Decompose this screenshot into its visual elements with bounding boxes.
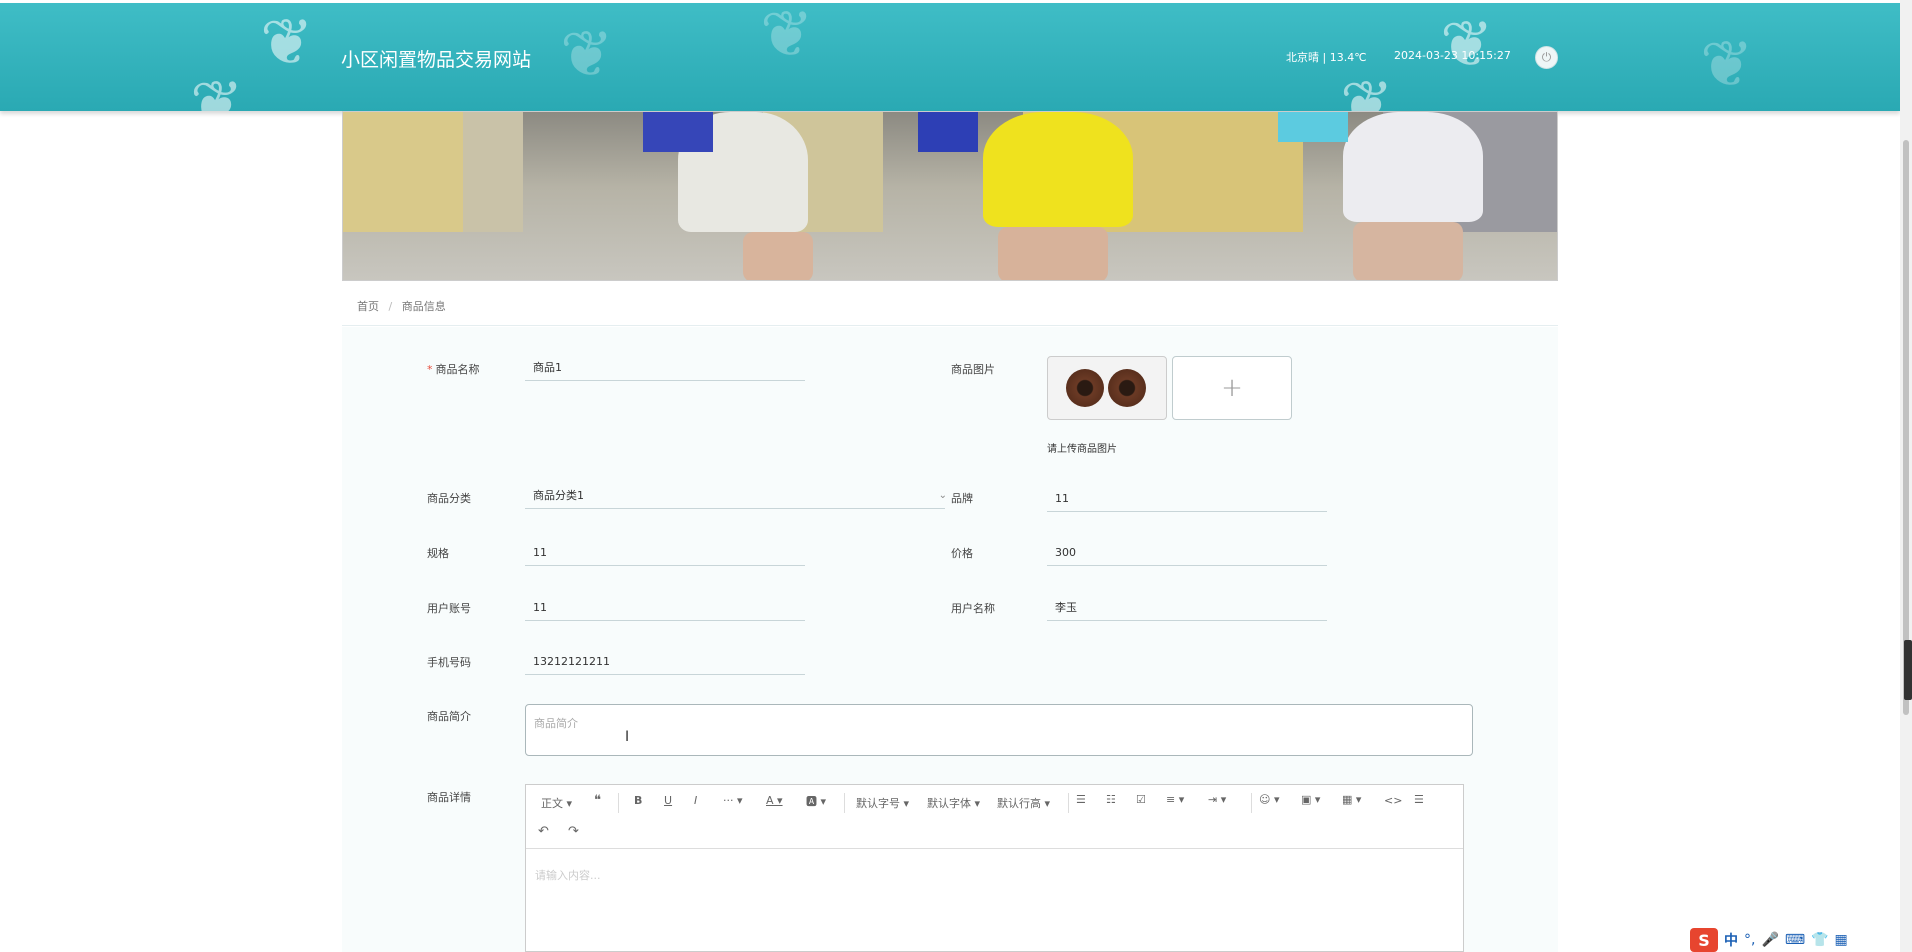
butterfly-decoration: ❦ [190,68,244,111]
punctuation-icon[interactable]: °, [1744,932,1755,948]
name-input[interactable]: 商品1 [525,355,805,381]
nut-image [1066,369,1104,407]
code-icon[interactable]: <> [1384,794,1402,807]
breadcrumb-home[interactable]: 首页 [357,300,379,313]
keyboard-icon[interactable]: ⌨ [1785,932,1805,948]
phone-label: 手机号码 [427,656,471,669]
underline-icon[interactable]: U [664,794,672,807]
intro-textarea[interactable]: 商品简介 [525,704,1473,756]
breadcrumb: 首页 / 商品信息 [342,298,1558,326]
line-height-select[interactable]: 默认行高 ▾ [997,795,1050,811]
phone-input[interactable]: 13212121211 [525,649,805,675]
nut-image [1108,369,1146,407]
table-icon[interactable]: ▦ ▾ [1342,793,1361,806]
banner-image [342,111,1558,281]
scrollbar-thumb[interactable] [1903,140,1909,715]
breadcrumb-current: 商品信息 [401,300,446,313]
price-input[interactable]: 300 [1047,540,1327,566]
upload-hint: 请上传商品图片 [1047,444,1117,455]
page-scrollbar[interactable] [1900,0,1912,952]
required-mark: * [427,363,433,376]
butterfly-decoration: ❦ [1700,28,1754,102]
username-label: 用户名称 [951,602,995,615]
indent-icon[interactable]: ⇥ ▾ [1208,793,1226,806]
name-label: * 商品名称 [427,363,480,376]
quote-icon[interactable]: ❝ [594,793,601,808]
font-family-select[interactable]: 默认字体 ▾ [927,795,980,811]
italic-icon[interactable]: I [694,794,697,807]
spec-input[interactable]: 11 [525,540,805,566]
scrollbar-marker [1904,640,1912,700]
breadcrumb-separator: / [388,300,393,313]
toolbox-icon[interactable]: ▦ [1835,932,1848,948]
align-icon[interactable]: ≡ ▾ [1166,793,1184,806]
butterfly-decoration: ❦ [560,18,614,92]
category-selected-value: 商品分类1 [533,489,584,502]
skin-icon[interactable]: 👕 [1811,932,1828,948]
microphone-icon[interactable]: 🎤 [1761,932,1778,948]
paragraph-select[interactable]: 正文 ▾ [541,795,572,811]
chevron-down-icon: ⌄ [938,490,947,501]
account-label: 用户账号 [427,602,471,615]
spec-label: 规格 [427,547,449,560]
divider-icon[interactable]: ☰ [1414,793,1424,806]
bullet-list-icon[interactable]: ☰ [1076,793,1086,806]
image-label: 商品图片 [951,363,995,376]
butterfly-decoration: ❦ [1340,68,1394,111]
ime-mode-label[interactable]: 中 [1724,930,1738,950]
brand-input[interactable]: 11 [1047,486,1327,512]
power-icon[interactable]: ⏻ [1535,46,1558,69]
undo-icon[interactable]: ↶ [538,824,549,839]
datetime: 2024-03-23 10:15:27 [1394,49,1511,62]
category-label: 商品分类 [427,492,471,505]
category-select[interactable]: 商品分类1 ⌄ [525,483,947,509]
more-icon[interactable]: ··· ▾ [723,794,743,807]
top-header: ❦ ❦ ❦ ❦ ❦ ❦ ❦ 小区闲置物品交易网站 北京晴 | 13.4℃ 202… [0,3,1900,111]
butterfly-decoration: ❦ [260,6,314,80]
brand-label: 品牌 [951,492,973,505]
butterfly-decoration: ❦ [1440,8,1494,82]
todo-icon[interactable]: ☑ [1136,793,1146,806]
upload-add-button[interactable]: + [1172,356,1292,420]
editor-toolbar: 正文 ▾ ❝ B U I ··· ▾ A ▾ 🅰 ▾ 默认字号 ▾ 默认字体 ▾… [526,785,1463,849]
detail-label: 商品详情 [427,791,471,804]
site-title: 小区闲置物品交易网站 [341,49,532,71]
sogou-logo-icon: S [1690,928,1718,952]
text-cursor-icon: I [625,729,630,745]
font-color-icon[interactable]: A ▾ [766,794,783,807]
account-input[interactable]: 11 [525,595,805,621]
butterfly-decoration: ❦ [760,3,814,72]
bold-icon[interactable]: B [634,794,642,807]
product-image-thumbnail[interactable] [1047,356,1167,420]
bg-color-icon[interactable]: 🅰 ▾ [806,793,826,809]
image-icon[interactable]: ▣ ▾ [1301,793,1320,806]
intro-label: 商品简介 [427,710,471,723]
weather-info: 北京晴 | 13.4℃ [1286,51,1367,64]
username-input[interactable]: 李玉 [1047,595,1327,621]
price-label: 价格 [951,547,973,560]
numbered-list-icon[interactable]: ☷ [1106,793,1116,806]
emoji-icon[interactable]: ☺ ▾ [1259,793,1280,806]
redo-icon[interactable]: ↷ [568,824,579,839]
rich-text-editor: 正文 ▾ ❝ B U I ··· ▾ A ▾ 🅰 ▾ 默认字号 ▾ 默认字体 ▾… [525,784,1464,952]
editor-placeholder[interactable]: 请输入内容... [535,867,601,883]
font-size-select[interactable]: 默认字号 ▾ [856,795,909,811]
ime-toolbar[interactable]: S 中 °, 🎤 ⌨ 👕 ▦ [1690,928,1900,952]
